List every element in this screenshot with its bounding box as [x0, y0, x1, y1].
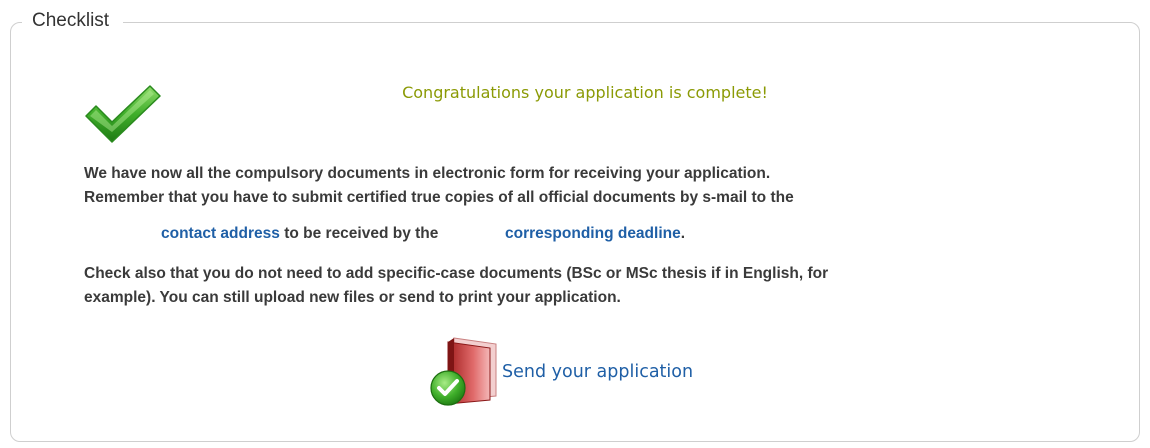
check-line-2: example). You can still upload new files… [84, 289, 621, 306]
send-application-label: Send your application [502, 362, 694, 382]
info-end-text: . [680, 225, 686, 242]
congratulations-message: Congratulations your application is comp… [402, 83, 768, 102]
corresponding-deadline-link[interactable]: corresponding deadline [505, 225, 681, 242]
info-line-1: We have now all the compulsory documents… [84, 165, 771, 182]
info-line-2: Remember that you have to submit certifi… [84, 189, 794, 206]
info-line-3: contact address to be received by the co… [161, 223, 685, 245]
contact-address-link[interactable]: contact address [161, 225, 280, 242]
send-folder-icon [430, 337, 497, 406]
checklist-legend: Checklist [22, 8, 124, 34]
info-middle-text: to be received by the [284, 225, 439, 242]
check-line-1: Check also that you do not need to add s… [84, 265, 829, 282]
